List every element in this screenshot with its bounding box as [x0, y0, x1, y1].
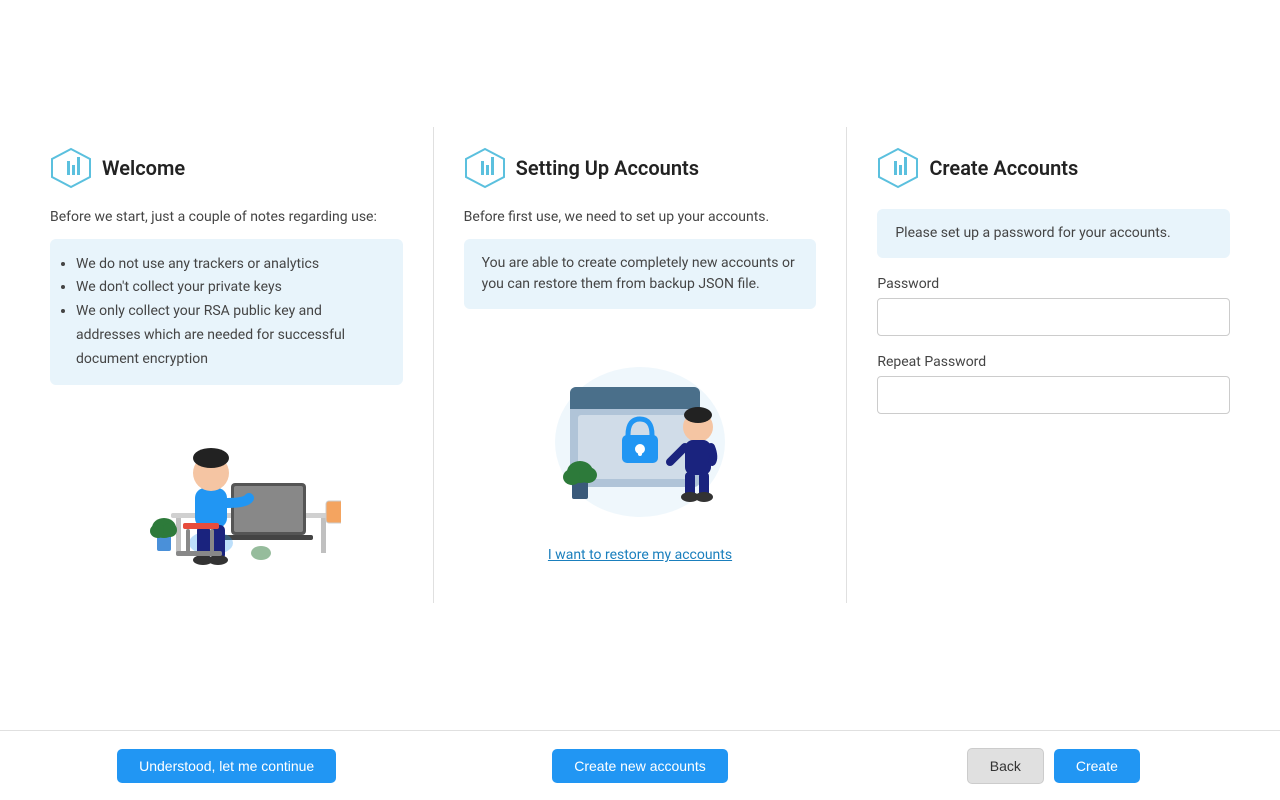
welcome-illustration	[50, 403, 403, 573]
panel-setup-title: Setting Up Accounts	[516, 156, 699, 180]
restore-link[interactable]: I want to restore my accounts	[464, 547, 817, 563]
welcome-intro: Before we start, just a couple of notes …	[50, 209, 403, 225]
create-notice-box: Please set up a password for your accoun…	[877, 209, 1230, 258]
password-form-group: Password	[877, 276, 1230, 336]
bullet-item-3: We only collect your RSA public key and …	[76, 300, 385, 371]
footer-section-3: Back Create	[847, 748, 1260, 784]
footer-section-1: Understood, let me continue	[20, 749, 433, 783]
panel-setup-header: Setting Up Accounts	[464, 147, 817, 189]
back-button[interactable]: Back	[967, 748, 1044, 784]
repeat-password-label: Repeat Password	[877, 354, 1230, 370]
create-icon	[877, 147, 919, 189]
repeat-password-form-group: Repeat Password	[877, 354, 1230, 414]
panel-create-header: Create Accounts	[877, 147, 1230, 189]
setup-info-box: You are able to create completely new ac…	[464, 239, 817, 309]
password-input[interactable]	[877, 298, 1230, 336]
bullet-item-2: We don't collect your private keys	[76, 276, 385, 300]
setup-info-text: You are able to create completely new ac…	[482, 255, 795, 292]
panel-welcome: Welcome Before we start, just a couple o…	[20, 127, 434, 604]
panel-create: Create Accounts Please set up a password…	[847, 127, 1260, 604]
setup-svg-illustration	[530, 337, 750, 527]
setup-illustration	[464, 327, 817, 538]
main-content: Welcome Before we start, just a couple o…	[0, 0, 1280, 730]
create-notice-text: Please set up a password for your accoun…	[895, 225, 1170, 241]
panels-container: Welcome Before we start, just a couple o…	[20, 127, 1260, 604]
welcome-bullet-list: We do not use any trackers or analytics …	[50, 239, 403, 386]
welcome-svg-illustration	[111, 403, 341, 573]
password-label: Password	[877, 276, 1230, 292]
repeat-password-input[interactable]	[877, 376, 1230, 414]
welcome-icon	[50, 147, 92, 189]
setup-icon	[464, 147, 506, 189]
create-new-button[interactable]: Create new accounts	[552, 749, 728, 783]
panel-create-title: Create Accounts	[929, 156, 1078, 180]
panel-welcome-header: Welcome	[50, 147, 403, 189]
bullet-item-1: We do not use any trackers or analytics	[76, 253, 385, 277]
footer-section-2: Create new accounts	[433, 749, 846, 783]
continue-button[interactable]: Understood, let me continue	[117, 749, 336, 783]
footer-bar: Understood, let me continue Create new a…	[0, 730, 1280, 800]
panel-setup: Setting Up Accounts Before first use, we…	[434, 127, 848, 604]
setup-intro: Before first use, we need to set up your…	[464, 209, 817, 225]
create-button[interactable]: Create	[1054, 749, 1140, 783]
panel-welcome-title: Welcome	[102, 156, 185, 180]
